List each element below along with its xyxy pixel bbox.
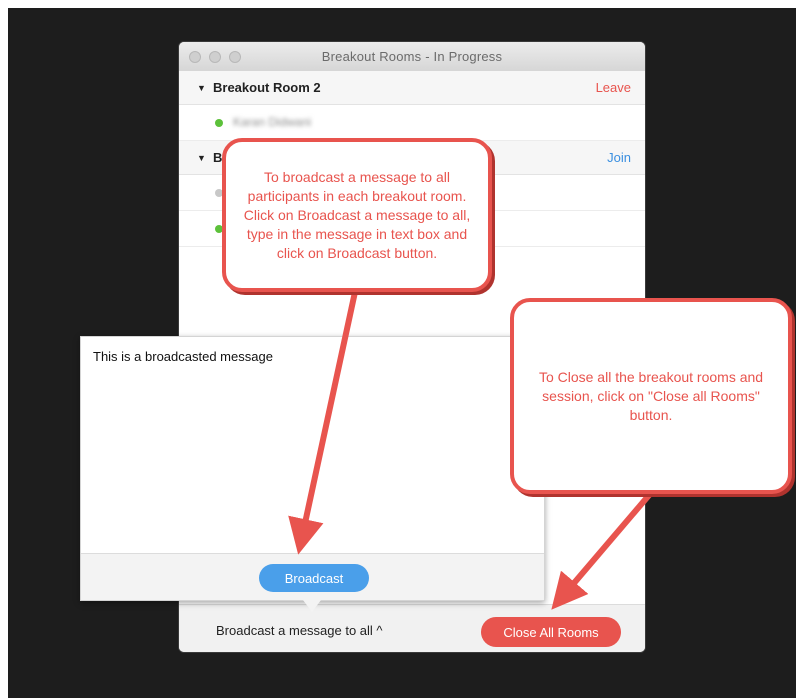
broadcast-callout: To broadcast a message to all participan… bbox=[222, 138, 492, 292]
close-callout: To Close all the breakout rooms and sess… bbox=[510, 298, 792, 494]
arrow-to-broadcast-button bbox=[288, 291, 358, 555]
arrow-to-close-button bbox=[551, 492, 653, 610]
